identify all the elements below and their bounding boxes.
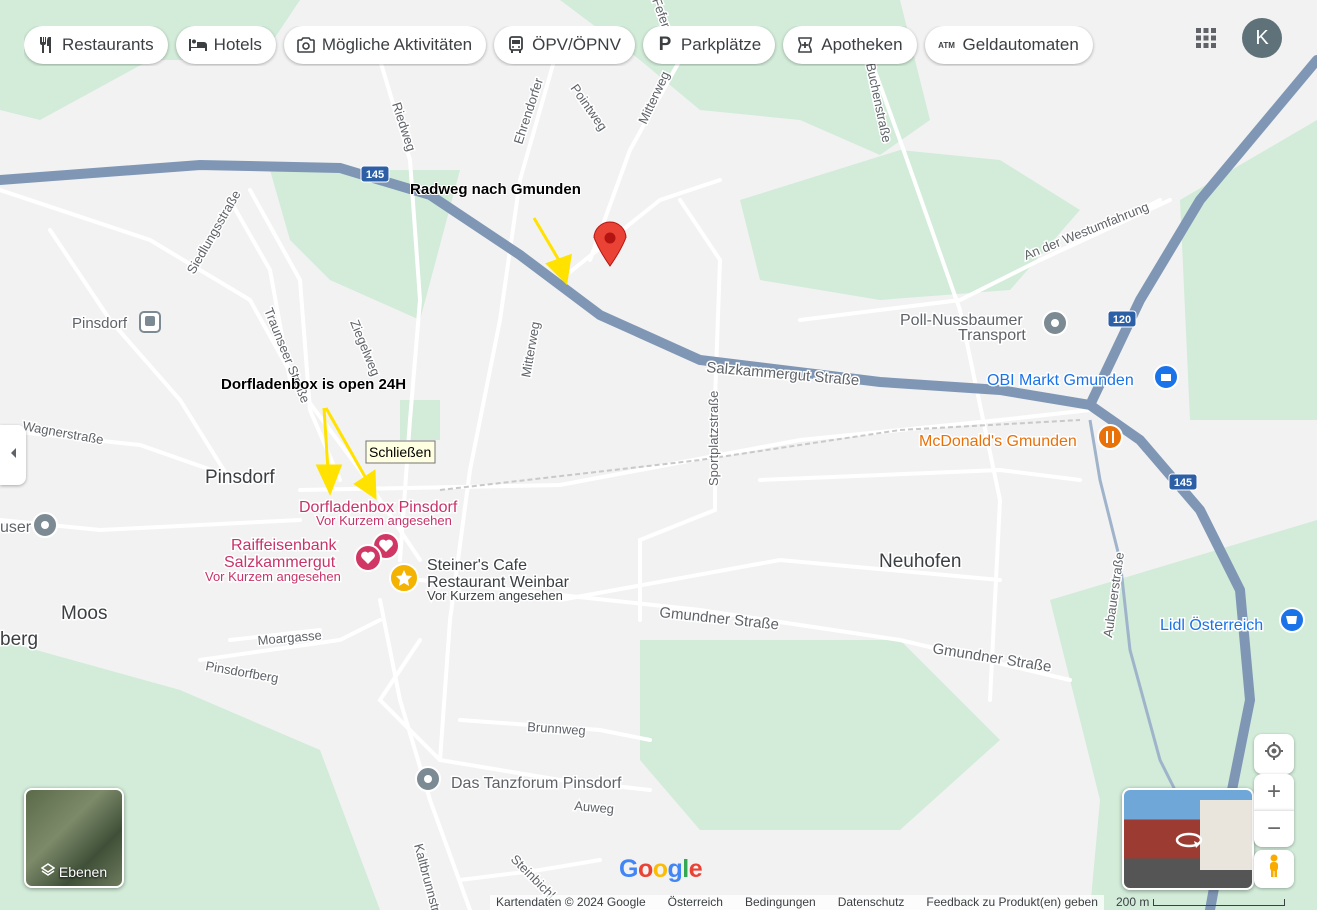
place-partial-left[interactable]: user: [0, 518, 33, 538]
camera-icon: [296, 35, 316, 55]
chip-label: Geldautomaten: [962, 35, 1079, 54]
poi-star-steiner[interactable]: [389, 563, 419, 593]
svg-text:145: 145: [1174, 477, 1192, 489]
area-neuhofen: Neuhofen: [879, 551, 961, 572]
parking-icon: P: [658, 34, 672, 55]
poi-lidl[interactable]: [1279, 607, 1305, 633]
layers-icon: [40, 863, 56, 880]
poi-heart-raiffeisen[interactable]: [354, 544, 382, 572]
poi-circle-poll[interactable]: [1042, 310, 1068, 336]
place-poll-2[interactable]: Transport: [957, 326, 1028, 346]
pegman-button[interactable]: [1254, 850, 1294, 888]
footer-map-data: Kartendaten © 2024 Google: [496, 895, 646, 909]
chip-atm[interactable]: ATM Geldautomaten: [924, 26, 1093, 64]
place-raiffeisen-sub: Vor Kurzem angesehen: [205, 569, 341, 584]
place-tanzforum[interactable]: Das Tanzforum Pinsdorf: [450, 774, 624, 794]
svg-text:120: 120: [1113, 314, 1131, 326]
route-shield-145-a: 145: [360, 165, 390, 183]
chip-label: Hotels: [213, 35, 262, 54]
tooltip-close: Schließen: [365, 440, 436, 464]
chip-activities[interactable]: Mögliche Aktivitäten: [283, 26, 487, 64]
map-footer: Kartendaten © 2024 Google Österreich Bed…: [490, 895, 1104, 910]
chip-restaurants[interactable]: Restaurants: [24, 26, 168, 64]
account-avatar[interactable]: K: [1242, 18, 1282, 58]
annotation-radweg: Radweg nach Gmunden: [410, 181, 581, 198]
bus-station-pinsdorf[interactable]: [139, 311, 161, 333]
place-pinsdorf-station[interactable]: Pinsdorf: [71, 314, 130, 334]
zoom-in-button[interactable]: +: [1254, 774, 1294, 810]
area-moos: Moos: [61, 603, 107, 624]
footer-country-link[interactable]: Österreich: [668, 895, 723, 910]
poi-obi[interactable]: [1153, 364, 1179, 390]
layers-button[interactable]: Ebenen: [24, 788, 124, 888]
bed-icon: [188, 35, 208, 55]
chip-label: ÖPV/ÖPNV: [532, 35, 621, 54]
annotation-dorfladenbox: Dorfladenbox is open 24H: [221, 376, 406, 393]
collapse-panel-button[interactable]: [0, 425, 26, 485]
area-pinsdorf: Pinsdorf: [205, 467, 275, 488]
fork-knife-icon: [36, 35, 56, 55]
crosshair-icon: [1264, 740, 1284, 768]
rotate-360-icon: [1174, 828, 1204, 855]
route-shield-145-b: 145: [1168, 473, 1198, 491]
chip-hotels[interactable]: Hotels: [175, 26, 276, 64]
pharmacy-icon: [795, 35, 815, 55]
place-obi[interactable]: OBI Markt Gmunden: [986, 371, 1136, 391]
place-raiffeisen-1[interactable]: Raiffeisenbank: [230, 536, 340, 556]
svg-text:145: 145: [366, 169, 384, 181]
chip-label: Parkplätze: [680, 35, 762, 54]
svg-text:Schließen: Schließen: [369, 444, 431, 460]
scale-label: 200 m: [1116, 895, 1150, 909]
zoom-out-button[interactable]: −: [1254, 810, 1294, 847]
chip-pharmacy[interactable]: Apotheken: [783, 26, 917, 64]
apps-grid-icon[interactable]: [1194, 26, 1218, 50]
poi-partial-left[interactable]: [32, 512, 58, 538]
poi-tanzforum[interactable]: [415, 766, 441, 792]
minus-icon: −: [1266, 815, 1281, 842]
chip-parking[interactable]: P Parkplätze: [642, 26, 776, 64]
google-logo: Google: [619, 855, 703, 883]
street-view-thumbnail[interactable]: [1122, 788, 1254, 890]
place-mcdonalds[interactable]: McDonald's Gmunden: [918, 432, 1079, 452]
map-canvas[interactable]: 145 145 120 Salzkammergut Straße Gmundne…: [0, 0, 1317, 910]
pegman-icon: [1267, 854, 1281, 885]
plus-icon: +: [1266, 778, 1281, 805]
footer-privacy-link[interactable]: Datenschutz: [838, 895, 905, 910]
bus-icon: [506, 35, 526, 55]
route-shield-120: 120: [1107, 310, 1137, 328]
place-dorfladenbox-sub: Vor Kurzem angesehen: [316, 513, 452, 528]
chip-label: Mögliche Aktivitäten: [321, 35, 473, 54]
chevron-left-icon: [9, 446, 17, 464]
footer-terms-link[interactable]: Bedingungen: [745, 895, 816, 910]
layers-label: Ebenen: [26, 863, 122, 880]
place-lidl[interactable]: Lidl Österreich: [1159, 615, 1265, 636]
chip-label: Apotheken: [821, 35, 903, 54]
atm-icon: ATM: [938, 40, 955, 50]
poi-mcdonalds[interactable]: [1097, 424, 1123, 450]
chip-transit[interactable]: ÖPV/ÖPNV: [494, 26, 635, 64]
place-steiner-sub: Vor Kurzem angesehen: [427, 588, 563, 603]
scale-bar[interactable]: 200 m: [1116, 895, 1286, 909]
street-view-house: [1200, 800, 1252, 870]
scale-line: [1153, 898, 1286, 906]
area-berg-partial: berg: [0, 629, 38, 650]
footer-feedback-link[interactable]: Feedback zu Produkt(en) geben: [926, 895, 1097, 910]
chip-label: Restaurants: [62, 35, 154, 54]
category-chip-bar: Restaurants Hotels Mögliche Aktivitäten …: [24, 26, 1136, 66]
street-sportplatz: Sportplatzstraße: [706, 391, 721, 486]
my-location-button[interactable]: [1254, 734, 1294, 774]
place-steiner-1[interactable]: Steiner's Cafe: [426, 556, 529, 576]
